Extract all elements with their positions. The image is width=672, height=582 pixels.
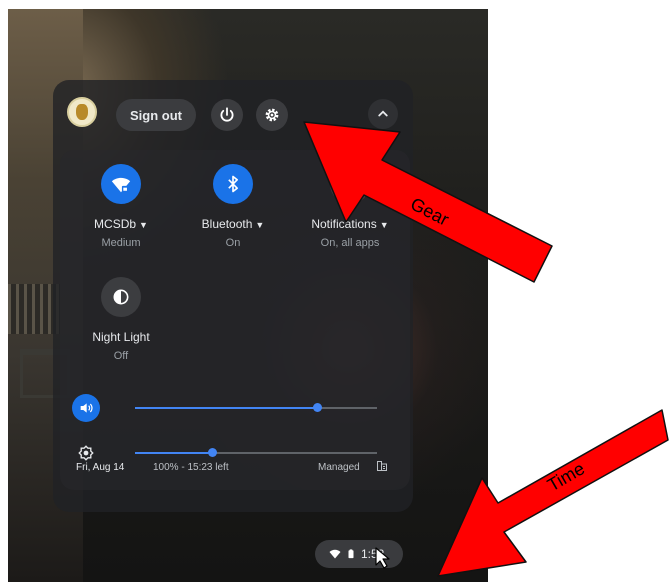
tile-bluetooth[interactable]: Bluetooth ▼ On [193,164,273,249]
time-callout-arrow: Time [437,409,669,577]
enterprise-icon [377,461,387,471]
bluetooth-icon [228,175,238,193]
volume-slider[interactable] [135,403,377,412]
gear-callout-arrow: Gear [303,121,553,283]
power-icon [220,107,234,122]
power-button[interactable] [211,99,243,131]
settings-button[interactable] [256,99,288,131]
volume-icon [80,403,93,413]
wifi-icon [111,177,131,193]
user-avatar[interactable] [67,97,97,127]
volume-button[interactable] [72,394,100,422]
tile-network-status: Medium [101,237,141,249]
tile-night-light-status: Off [113,350,129,362]
tile-night-light[interactable]: Night Light Off [81,277,161,362]
wifi-status-icon [329,549,341,559]
volume-slider-fill [135,407,317,409]
bluetooth-toggle[interactable] [213,164,253,204]
date-label[interactable]: Fri, Aug 14 [76,462,124,473]
tile-bluetooth-label[interactable]: Bluetooth ▼ [193,217,273,231]
volume-slider-thumb[interactable] [312,403,322,412]
night-light-toggle[interactable] [101,277,141,317]
brightness-slider[interactable] [135,448,377,457]
sign-out-button[interactable]: Sign out [116,99,196,131]
tile-network-label[interactable]: MCSDb ▼ [81,217,161,231]
tile-night-light-label[interactable]: Night Light [81,330,161,344]
network-toggle[interactable] [101,164,141,204]
battery-status[interactable]: 100% - 15:23 left [153,462,229,473]
night-light-icon [113,289,129,305]
battery-icon [348,549,354,559]
tile-bluetooth-status: On [225,237,241,249]
mouse-cursor-icon [375,547,390,569]
brightness-slider-fill [135,452,213,454]
gear-icon [265,108,279,122]
tile-network[interactable]: MCSDb ▼ Medium [81,164,161,249]
brightness-icon [78,445,94,461]
managed-label[interactable]: Managed [318,462,360,473]
